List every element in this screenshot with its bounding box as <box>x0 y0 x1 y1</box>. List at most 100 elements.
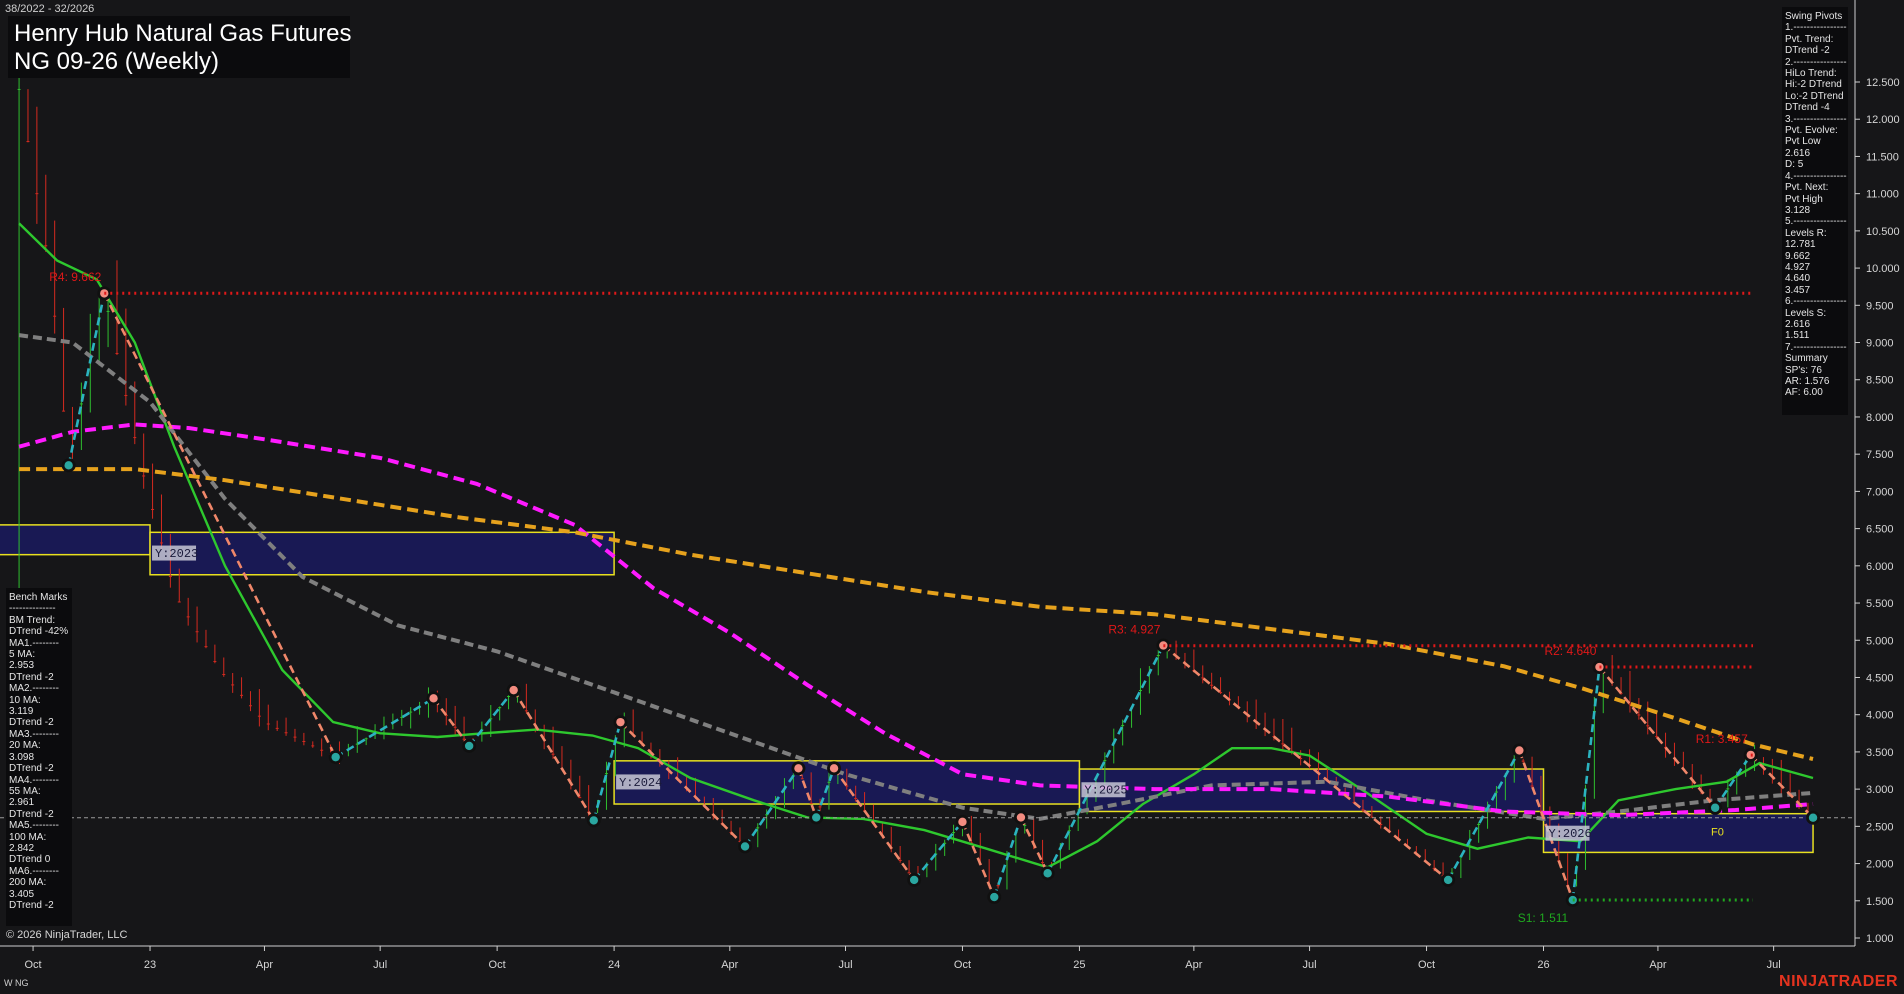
x-tick-label: 23 <box>144 959 156 971</box>
swing-line <box>1571 666 1601 901</box>
pivot-low-marker <box>331 752 340 762</box>
bench-panel-line: 2.953 <box>9 660 35 672</box>
bench-panel-line: -------------- <box>9 603 56 615</box>
pivot-high-marker <box>829 764 839 773</box>
moving-average-line <box>18 333 1814 821</box>
y-tick-label: 1.500 <box>1866 896 1894 908</box>
moving-average-line <box>19 467 1814 761</box>
y-tick-label: 4.000 <box>1866 710 1894 722</box>
bench-panel-line: 100 MA: <box>9 831 47 843</box>
bench-panel-line: DTrend -2 <box>9 763 54 775</box>
bench-panel-line: 2.842 <box>9 842 35 854</box>
x-tick-label: Jul <box>373 959 387 971</box>
pivot-low-marker <box>589 816 598 825</box>
y-tick-label: 7.000 <box>1866 486 1894 498</box>
pivot-low-marker <box>812 813 821 822</box>
y-tick-label: 4.500 <box>1866 672 1894 684</box>
pivot-low-marker <box>464 741 474 751</box>
y-tick-label: 10.500 <box>1866 226 1900 238</box>
y-tick-label: 3.500 <box>1866 747 1894 759</box>
pivot-panel-line: 7.---------------- <box>1785 341 1847 353</box>
y-tick-label: 6.500 <box>1866 524 1894 536</box>
y-tick-label: 8.000 <box>1866 412 1894 424</box>
pivot-panel-line: 2.616 <box>1785 147 1811 159</box>
y-tick-label: 9.500 <box>1866 300 1894 312</box>
x-tick-label: Apr <box>1649 959 1666 971</box>
pivot-panel-line: 2.---------------- <box>1785 56 1847 68</box>
bench-panel-line: 3.119 <box>9 706 34 718</box>
bench-panel-line: MA5.-------- <box>9 820 59 832</box>
x-tick-label: Apr <box>1185 959 1202 971</box>
bench-marks-panel: Bench Marks -------------- BM Trend: DTrend… <box>6 588 72 926</box>
pivot-panel-line: Summary <box>1785 353 1828 365</box>
chart-title-box: Henry Hub Natural Gas Futures NG 09-26 (… <box>8 16 351 78</box>
y-tick-label: 8.500 <box>1866 375 1894 387</box>
pivot-low-marker <box>1443 875 1453 885</box>
pivot-panel-line: Swing Pivots <box>1785 11 1843 22</box>
chart-subtitle: NG 09-26 (Weekly) <box>14 48 219 75</box>
y-tick-label: 3.000 <box>1866 784 1894 796</box>
x-tick-label: Oct <box>954 959 971 971</box>
y-tick-label: 5.000 <box>1866 635 1894 647</box>
bench-panel-line: DTrend -2 <box>9 808 54 820</box>
y-tick-label: 2.000 <box>1866 859 1894 871</box>
pivot-panel-line: Levels R: <box>1785 227 1827 239</box>
pivot-high-marker <box>1016 813 1026 822</box>
bench-panel-line: MA1.-------- <box>9 637 59 649</box>
pivot-panel-line: 3.457 <box>1785 284 1811 296</box>
bench-panel-line: 20 MA: <box>9 740 41 752</box>
pivot-panel-line: DTrend -4 <box>1785 102 1830 114</box>
pivot-panel-line: 4.927 <box>1785 261 1811 273</box>
yearly-label: Y:2026 <box>1549 827 1592 841</box>
bench-panel-line: 2.961 <box>9 797 35 809</box>
pivot-low-marker <box>909 875 919 885</box>
pivot-panel-line: 4.---------------- <box>1785 170 1847 182</box>
pivot-panel-line: 4.640 <box>1785 273 1811 285</box>
price-chart[interactable]: R4: 9.662 R3: 4.927 R2: 4.640 R1: 3.457 S1: … <box>0 0 1904 994</box>
y-tick-label: 12.500 <box>1866 77 1900 89</box>
pivot-panel-line: Levels S: <box>1785 307 1827 319</box>
pivot-high-marker <box>429 694 438 703</box>
swing-line <box>334 697 435 759</box>
bench-panel-line: 10 MA: <box>9 694 41 706</box>
bench-panel-line: 3.098 <box>9 751 35 763</box>
pivot-high-marker <box>794 764 803 773</box>
date-range: 38/2022 - 32/2026 <box>5 3 95 15</box>
x-tick-label: 24 <box>608 959 620 971</box>
x-tick-label: Jul <box>1303 959 1317 971</box>
bench-panel-line: Bench Marks <box>9 592 68 603</box>
bench-panel-line: DTrend -2 <box>9 671 54 683</box>
swing-line <box>1046 644 1165 874</box>
bench-panel-line: DTrend 0 <box>9 854 51 866</box>
x-tick-label: Oct <box>24 959 41 971</box>
instrument-label: W NG <box>4 978 29 988</box>
yearly-label: Y:2024 <box>619 776 662 790</box>
pivot-high-marker <box>616 717 625 727</box>
x-tick-label: Jul <box>1767 959 1781 971</box>
swing-line <box>1162 644 1449 881</box>
pivot-panel-line: 1.---------------- <box>1785 22 1847 34</box>
pivot-panel-line: 12.781 <box>1785 239 1816 251</box>
level-label: R2: 4.640 <box>1544 644 1596 658</box>
pivot-panel-line: AF: 6.00 <box>1785 387 1823 399</box>
y-tick-label: 2.500 <box>1866 821 1894 833</box>
pivot-panel-line: DTrend -2 <box>1785 45 1830 57</box>
pivot-panel-line: D: 5 <box>1785 159 1804 171</box>
y-tick-label: 11.500 <box>1866 151 1899 163</box>
pivot-panel-line: AR: 1.576 <box>1785 376 1830 387</box>
pivot-panel-line: 2.616 <box>1785 318 1811 330</box>
level-label: R4: 9.662 <box>49 270 101 284</box>
bench-panel-line: 200 MA: <box>9 877 47 889</box>
bench-panel-line: MA2.-------- <box>9 683 59 695</box>
pivot-panel-line: 9.662 <box>1785 250 1811 262</box>
swing-line <box>67 293 106 466</box>
pivot-panel-line: SP's: 76 <box>1785 364 1822 376</box>
swing-line <box>512 689 595 822</box>
pivot-low-marker <box>740 842 750 851</box>
bench-panel-line: MA4.-------- <box>9 774 59 786</box>
bench-panel-line: DTrend -2 <box>9 717 54 729</box>
swing-line <box>468 689 515 747</box>
moving-average-line <box>18 422 1814 818</box>
x-tick-label: Oct <box>1418 959 1435 971</box>
swing-pivots-panel: Swing Pivots 1.---------------- Pvt. Trend… <box>1782 7 1848 415</box>
